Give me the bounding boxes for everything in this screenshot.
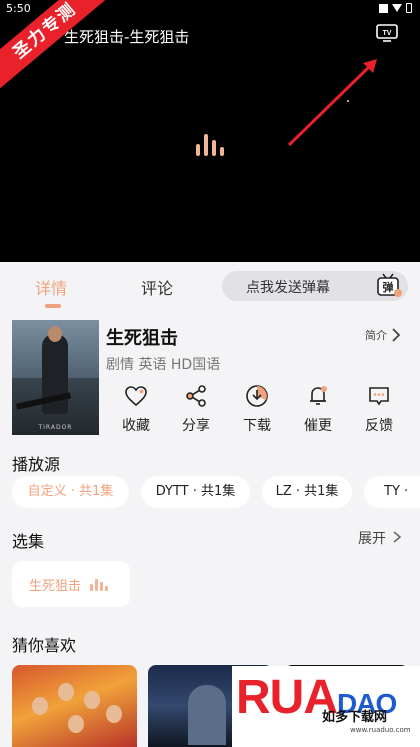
heart-icon bbox=[125, 386, 147, 407]
video-player[interactable]: 5:50 生死狙击-生死狙击 TV 圣力专测 bbox=[0, 0, 420, 262]
feedback-button[interactable]: 反馈 bbox=[349, 384, 409, 436]
poster-title: TIRADOR bbox=[38, 424, 73, 431]
recommend-title: 猜你喜欢 bbox=[12, 636, 77, 655]
source-chip-custom[interactable]: 自定义 · 共1集 bbox=[12, 476, 129, 508]
brand-subtitle: 如多下载网 bbox=[322, 710, 388, 725]
status-time: 5:50 bbox=[6, 2, 31, 15]
movie-tags: 剧情 英语 HD国语 bbox=[106, 357, 221, 373]
episode-item[interactable]: 生死狙击 bbox=[12, 561, 130, 607]
danmu-toggle-icon[interactable]: 弹 bbox=[376, 273, 402, 299]
site-logo-watermark: RUADAO 如多下载网 www.ruaduo.com bbox=[232, 666, 420, 747]
svg-text:TV: TV bbox=[383, 30, 392, 37]
danmu-placeholder: 点我发送弹幕 bbox=[246, 280, 330, 296]
tab-bar: 详情 评论 点我发送弹幕 弹 bbox=[0, 262, 420, 310]
movie-title: 生死狙击 bbox=[106, 328, 178, 349]
share-icon bbox=[186, 385, 206, 407]
chevron-right-icon[interactable] bbox=[390, 327, 402, 343]
download-button[interactable]: 下载 bbox=[227, 384, 287, 436]
favorite-label: 收藏 bbox=[122, 418, 150, 434]
recommend-poster[interactable] bbox=[12, 665, 137, 747]
signal-icon bbox=[379, 3, 388, 13]
danmu-input[interactable]: 点我发送弹幕 弹 bbox=[222, 271, 408, 301]
player-title: 生死狙击-生死狙击 bbox=[64, 28, 190, 46]
wifi-icon bbox=[392, 4, 402, 12]
tab-details[interactable]: 详情 bbox=[35, 275, 67, 299]
tab-comments[interactable]: 评论 bbox=[141, 275, 173, 299]
danmu-icon-text: 弹 bbox=[383, 280, 394, 294]
source-chip-ty[interactable]: TY · bbox=[364, 476, 420, 508]
battery-icon bbox=[406, 3, 412, 13]
episode-label: 生死狙击 bbox=[29, 579, 82, 594]
download-icon bbox=[246, 385, 268, 407]
share-label: 分享 bbox=[182, 418, 210, 434]
feedback-label: 反馈 bbox=[365, 418, 393, 434]
expand-button[interactable]: 展开 bbox=[358, 528, 386, 548]
noise-dot bbox=[347, 100, 349, 102]
feedback-icon bbox=[369, 387, 389, 406]
brand-url: www.ruaduo.com bbox=[350, 726, 411, 734]
intro-link[interactable]: 简介 bbox=[365, 327, 387, 343]
status-icons bbox=[379, 3, 412, 13]
download-label: 下载 bbox=[243, 418, 271, 434]
loading-indicator bbox=[196, 132, 224, 156]
sources-title: 播放源 bbox=[12, 455, 61, 474]
tab-indicator bbox=[45, 304, 61, 308]
source-chip-lz[interactable]: LZ · 共1集 bbox=[262, 476, 352, 508]
share-button[interactable]: 分享 bbox=[166, 384, 226, 436]
playing-indicator-icon bbox=[90, 577, 108, 591]
source-chip-dytt[interactable]: DYTT · 共1集 bbox=[141, 476, 250, 508]
episodes-title: 选集 bbox=[12, 532, 45, 551]
favorite-button[interactable]: 收藏 bbox=[106, 384, 166, 436]
remind-update-label: 催更 bbox=[304, 418, 332, 434]
red-arrow-annotation bbox=[287, 59, 377, 147]
tv-cast-icon[interactable]: TV bbox=[376, 24, 398, 42]
movie-poster[interactable]: TIRADOR bbox=[12, 320, 99, 435]
remind-update-button[interactable]: 催更 bbox=[288, 384, 348, 436]
action-bar: 收藏 分享 下载 催更 反馈 bbox=[106, 384, 410, 436]
chevron-right-icon[interactable] bbox=[392, 530, 402, 544]
bell-icon bbox=[310, 386, 327, 405]
